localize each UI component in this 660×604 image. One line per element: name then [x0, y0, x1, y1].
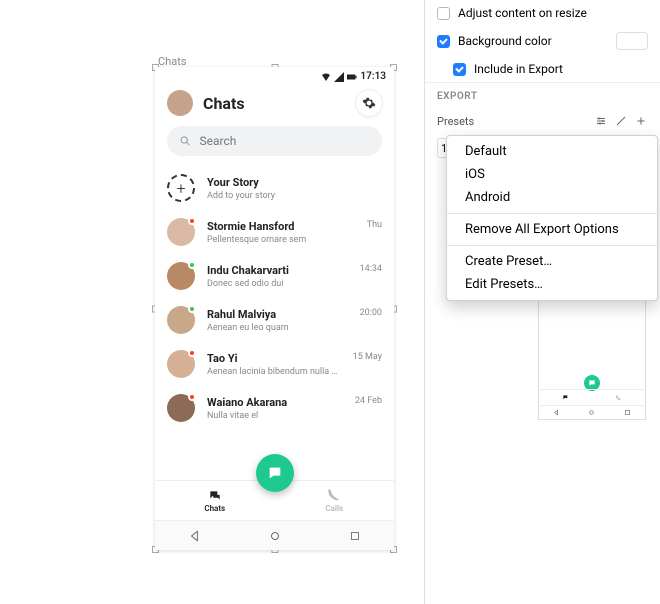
- adjust-content-option[interactable]: Adjust content on resize: [425, 0, 660, 26]
- chat-time: 20:00: [360, 308, 382, 318]
- sliders-icon: [595, 115, 607, 127]
- chat-name: Indu Chakarvarti: [207, 264, 348, 277]
- chat-preview: Nulla vitae el: [207, 411, 343, 421]
- menu-item-create-preset[interactable]: Create Preset…: [447, 250, 657, 273]
- menu-separator: [447, 245, 657, 246]
- include-checkbox[interactable]: [453, 63, 466, 76]
- app-title: Chats: [203, 94, 346, 113]
- menu-item-edit-presets[interactable]: Edit Presets…: [447, 273, 657, 296]
- status-dot: [188, 349, 196, 357]
- message-icon: [267, 465, 283, 481]
- back-icon[interactable]: [188, 529, 202, 543]
- presets-add-button[interactable]: [634, 114, 648, 128]
- background-color-option[interactable]: Background color: [425, 26, 660, 56]
- search-icon: [179, 134, 192, 148]
- recents-icon[interactable]: [349, 530, 361, 542]
- presets-options-button[interactable]: [594, 114, 608, 128]
- status-dot: [188, 393, 196, 401]
- chat-row[interactable]: Tao Yi Aenean lacinia bibendum nulla sed…: [155, 342, 394, 386]
- chat-avatar[interactable]: [167, 394, 195, 422]
- chat-avatar[interactable]: [167, 262, 195, 290]
- chat-list: Stormie Hansford Pellentesque ornare sem…: [155, 210, 394, 430]
- gear-icon: [362, 96, 376, 110]
- tab-calls[interactable]: Calls: [275, 481, 395, 520]
- bgcolor-checkbox[interactable]: [437, 35, 450, 48]
- chat-time: Thu: [367, 220, 382, 230]
- status-time: 17:13: [360, 71, 386, 82]
- chat-preview: Aenean eu leo quam: [207, 323, 348, 333]
- chat-row[interactable]: Stormie Hansford Pellentesque ornare sem…: [155, 210, 394, 254]
- your-story-row[interactable]: + Your Story Add to your story: [155, 166, 394, 210]
- menu-item-remove-all[interactable]: Remove All Export Options: [447, 218, 657, 241]
- chat-avatar[interactable]: [167, 218, 195, 246]
- adjust-checkbox[interactable]: [437, 7, 450, 20]
- story-title: Your Story: [207, 176, 382, 189]
- presets-dropdown[interactable]: Default iOS Android Remove All Export Op…: [446, 135, 658, 301]
- menu-item-default[interactable]: Default: [447, 140, 657, 163]
- plus-icon: [635, 115, 647, 127]
- chat-name: Waiano Akarana: [207, 396, 343, 409]
- inspector-panel: Adjust content on resize Background colo…: [424, 0, 660, 604]
- compose-fab[interactable]: [256, 454, 294, 492]
- story-subtitle: Add to your story: [207, 191, 382, 201]
- add-story-button[interactable]: +: [167, 174, 195, 202]
- chat-preview: Pellentesque ornare sem: [207, 235, 355, 245]
- chat-row[interactable]: Waiano Akarana Nulla vitae el 24 Feb: [155, 386, 394, 430]
- android-status-bar: 17:13: [155, 67, 394, 82]
- settings-button[interactable]: [356, 90, 382, 116]
- app-header: Chats: [155, 82, 394, 126]
- chat-name: Rahul Malviya: [207, 308, 348, 321]
- tab-chats[interactable]: Chats: [155, 481, 275, 520]
- presets-label: Presets: [437, 115, 588, 128]
- search-input[interactable]: [200, 134, 371, 148]
- adjust-label: Adjust content on resize: [458, 6, 587, 20]
- status-dot: [188, 305, 196, 313]
- phone-icon: [327, 489, 341, 503]
- bgcolor-label: Background color: [458, 34, 552, 48]
- chat-name: Tao Yi: [207, 352, 341, 365]
- wifi-icon: [321, 72, 331, 82]
- design-canvas[interactable]: Chats 17:13 Chats: [0, 0, 424, 604]
- status-dot: [188, 261, 196, 269]
- search-box[interactable]: [167, 126, 382, 156]
- signal-icon: [334, 72, 344, 82]
- menu-separator: [447, 213, 657, 214]
- battery-icon: [347, 72, 357, 82]
- include-label: Include in Export: [474, 62, 563, 76]
- user-avatar[interactable]: [167, 90, 193, 116]
- status-dot: [188, 217, 196, 225]
- chat-preview: Aenean lacinia bibendum nulla sed consec…: [207, 367, 341, 377]
- tab-chats-label: Chats: [204, 504, 225, 513]
- export-section-header: EXPORT: [425, 82, 660, 110]
- artboard-chats[interactable]: 17:13 Chats + Your Story Add to y: [155, 67, 394, 550]
- presets-row: Presets: [425, 110, 660, 132]
- artboard-selection[interactable]: 17:13 Chats + Your Story Add to y: [155, 67, 394, 550]
- tab-calls-label: Calls: [325, 504, 343, 513]
- chat-row[interactable]: Rahul Malviya Aenean eu leo quam 20:00: [155, 298, 394, 342]
- bgcolor-swatch[interactable]: [616, 32, 648, 50]
- knife-icon: [615, 115, 627, 127]
- menu-item-ios[interactable]: iOS: [447, 163, 657, 186]
- presets-knife-button[interactable]: [614, 114, 628, 128]
- chat-time: 24 Feb: [355, 396, 382, 406]
- chat-preview: Donec sed odio dui: [207, 279, 348, 289]
- menu-item-android[interactable]: Android: [447, 186, 657, 209]
- chat-avatar[interactable]: [167, 350, 195, 378]
- include-export-option[interactable]: Include in Export: [425, 56, 660, 82]
- chat-name: Stormie Hansford: [207, 220, 355, 233]
- home-icon[interactable]: [268, 529, 282, 543]
- chat-time: 15 May: [353, 352, 382, 362]
- chat-time: 14:34: [360, 264, 382, 274]
- chat-avatar[interactable]: [167, 306, 195, 334]
- chat-icon: [207, 489, 223, 503]
- chat-row[interactable]: Indu Chakarvarti Donec sed odio dui 14:3…: [155, 254, 394, 298]
- android-nav-bar: [155, 520, 394, 550]
